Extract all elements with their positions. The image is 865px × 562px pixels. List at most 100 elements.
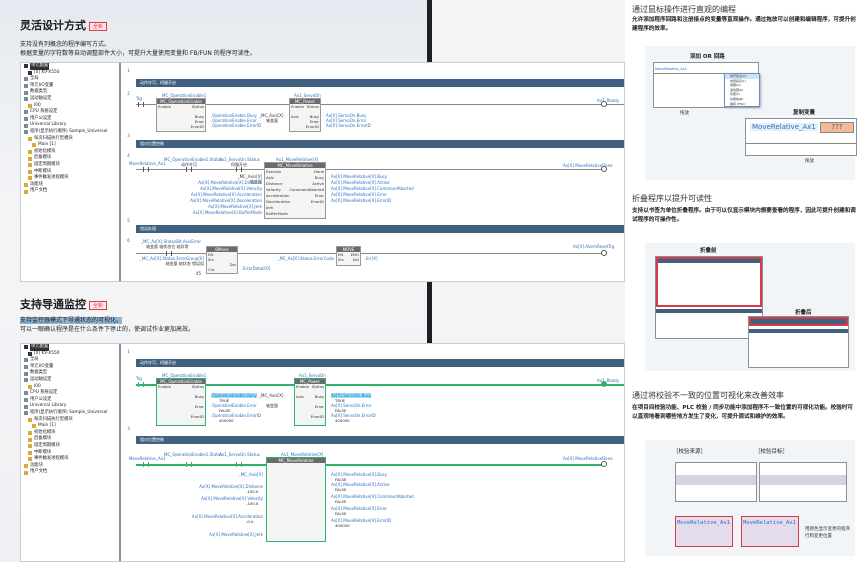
tree-item[interactable]: 数据类型 <box>21 370 119 377</box>
fb-pin: Jerk <box>266 205 274 210</box>
contact-symbol <box>236 462 242 467</box>
function-block[interactable]: MC_Power Enable Axis Status Busy Error E… <box>289 98 321 132</box>
tree-item[interactable]: 每次扫描执行型模块 <box>21 136 119 143</box>
rung-comment-bar: 相对位置控制 <box>136 436 624 444</box>
tree-item[interactable]: 后备模块 <box>21 155 119 162</box>
tree-item[interactable]: 事件触发进程模块 <box>21 456 119 463</box>
folder-icon <box>28 437 32 442</box>
tree-item[interactable]: 数据类型 <box>21 89 119 96</box>
rung-number: 3 <box>127 133 130 138</box>
right-section2-title: 折叠程序以提升可读性 <box>632 194 712 203</box>
node-icon <box>24 77 28 82</box>
function-block[interactable]: MC_OperationEnable Enable Status Busy Er… <box>156 98 206 132</box>
fold-figure: 折叠前 折叠后 <box>645 243 855 371</box>
tree-label: 运动轴设定 <box>30 95 52 101</box>
tree-item[interactable]: 运动轴设定 <box>21 377 119 384</box>
coil-symbol <box>601 101 607 107</box>
fb-pin: Status <box>311 384 324 389</box>
tree-item[interactable]: CPU 系统设定 <box>21 390 119 397</box>
function-block[interactable]: MC_MoveRelative <box>266 457 326 542</box>
tree-label: Main [1] <box>38 142 56 148</box>
monitor-value: 400000 <box>335 418 350 423</box>
tree-item[interactable]: 每次扫描执行型模块 <box>21 417 119 424</box>
coil-symbol <box>601 250 607 256</box>
body-line: 支持没有列概念的程序编写方式。 <box>20 41 111 48</box>
input-var: Ax[X].MoveRelative[X].Deceleration <box>190 198 262 203</box>
tree-item[interactable]: 程序(显示执行顺序) Sample_Universal <box>21 129 119 136</box>
tree-item[interactable]: 全局 <box>21 357 119 364</box>
tree-label: 运动轴设定 <box>30 376 52 382</box>
folder-icon <box>28 444 32 449</box>
tree-item[interactable]: 后备模块 <box>21 436 119 443</box>
project-tree: 单元配置 [0] KV-X550 全局 单元I/O变量 数据类型 运动轴设定 I00 CPU … <box>21 63 121 281</box>
rung-number: 2 <box>127 91 130 96</box>
diff-note: 用颜色显示变更的程序行和变更位置 <box>805 527 850 539</box>
drag-drop-figure: 添加 OR 回路 MoveRelative_Ax1 常开接点(C) 常闭接点(L)… <box>645 46 857 180</box>
function-block[interactable]: MC_Power Enable Axis Status Busy Error E… <box>294 378 326 426</box>
tree-label: 全局 <box>30 76 39 82</box>
node-icon <box>24 130 28 135</box>
rung-comment-bar: 动作许可、伺服开启 <box>136 79 624 87</box>
tree-item[interactable]: CPU 系统设定 <box>21 109 119 116</box>
variable-placeholder[interactable]: ??? <box>820 122 854 133</box>
folder-icon <box>28 136 32 141</box>
tree-item[interactable]: Universal Library <box>21 122 119 129</box>
contact-comment: 轴变量 轴状态位 轴异常 <box>146 244 189 249</box>
node-icon <box>24 189 28 194</box>
folder-icon <box>28 450 32 455</box>
rung-number: 1 <box>127 68 130 73</box>
tree-item[interactable]: 固定周期模块 <box>21 443 119 450</box>
context-menu: 常开接点(C) 常闭接点(L) 线圈(O) 逆线圈(R) 功能(F) 功能块(B) 跳转 (… <box>724 73 760 107</box>
section2-body: 支持监控器模式下导通状态的可视化。 可以一眼确认程序是在什么条件下停止的，使调试… <box>20 316 194 334</box>
tree-item[interactable]: 事件触发进程模块 <box>21 175 119 182</box>
input-var: _MC_Axis[X] <box>237 174 262 179</box>
contact-symbol <box>143 462 149 467</box>
tree-item[interactable]: 单元配置 <box>21 63 119 70</box>
tree-item[interactable]: 程序(显示执行顺序) Sample_Universal <box>21 410 119 417</box>
coil-symbol <box>601 381 607 387</box>
folded-bar[interactable] <box>749 317 848 326</box>
node-icon <box>28 351 32 356</box>
tree-item[interactable]: Main [1] <box>21 142 119 149</box>
tree-item[interactable]: Universal Library <box>21 403 119 410</box>
fb-pin: Done <box>314 169 324 174</box>
tree-item[interactable]: 运动轴设定 <box>21 96 119 103</box>
section-title-flexible-design: 灵活设计方式 全新 <box>20 17 108 33</box>
contact-label: MoveRelative_Ax1 <box>129 161 166 166</box>
move-block[interactable]: MOVE EN ENO Src Dst <box>336 246 361 266</box>
output-var: ErrorDetail[0] <box>243 266 271 271</box>
output-var: Ax[X].MoveRelative[X].Active <box>331 180 390 185</box>
variable-chip[interactable]: MoveRelative_Ax1 <box>750 123 818 131</box>
figure-caption: ［校验目标］ <box>755 449 789 455</box>
tree-label: 固定周期模块 <box>34 161 60 167</box>
rung-comment-bar: 错误处理 <box>136 225 624 233</box>
folder-icon <box>28 176 32 181</box>
monitor-value: -100.0 <box>246 489 259 494</box>
tree-item[interactable]: 固定周期模块 <box>21 162 119 169</box>
fb-pin: Distance <box>266 181 283 186</box>
tree-item[interactable]: Main [1] <box>21 423 119 430</box>
rung-number: 3 <box>127 426 130 431</box>
ladder-editor: 1 动作许可、伺服开启 2 Trg MC_OperationEnable1 MC… <box>121 63 624 281</box>
tree-item[interactable]: 全局 <box>21 76 119 83</box>
contact-label: Ax1_ServoOn.Status <box>219 452 260 457</box>
bmove-block[interactable]: BMove EN Src Dst Cnt <box>206 246 238 274</box>
menu-item[interactable]: 跳转 (FNC) <box>725 102 759 107</box>
function-block[interactable]: MC_OperationEnable Enable Status Busy Er… <box>156 378 206 426</box>
fb-pin: Src <box>208 257 214 262</box>
input-comment: 轴变量 轴状态 错误组 <box>165 261 204 266</box>
fb-pin: ErrorID <box>190 124 204 129</box>
folder-icon <box>28 431 32 436</box>
tree-item[interactable]: 用户文档 <box>21 188 119 195</box>
monitor-value: 400000 <box>219 418 234 423</box>
tree-item[interactable]: 用户文档 <box>21 469 119 476</box>
node-icon <box>24 404 28 409</box>
folder-icon <box>28 417 32 422</box>
tree-label: Universal Library <box>30 403 67 409</box>
function-block[interactable]: MC_MoveRelative Execute Axis Distance Veloci… <box>264 162 326 219</box>
fb-pin: Acceleration <box>266 193 290 198</box>
right-section2-body: 支持以书签为单位折叠程序。由于可以仅显示模块内想要查看的程序，因此可提升创建和调… <box>632 208 856 223</box>
fb-pin: Dst <box>229 262 236 267</box>
tree-item[interactable]: 单元配置 <box>21 344 119 351</box>
fb-pin: Status <box>191 384 204 389</box>
